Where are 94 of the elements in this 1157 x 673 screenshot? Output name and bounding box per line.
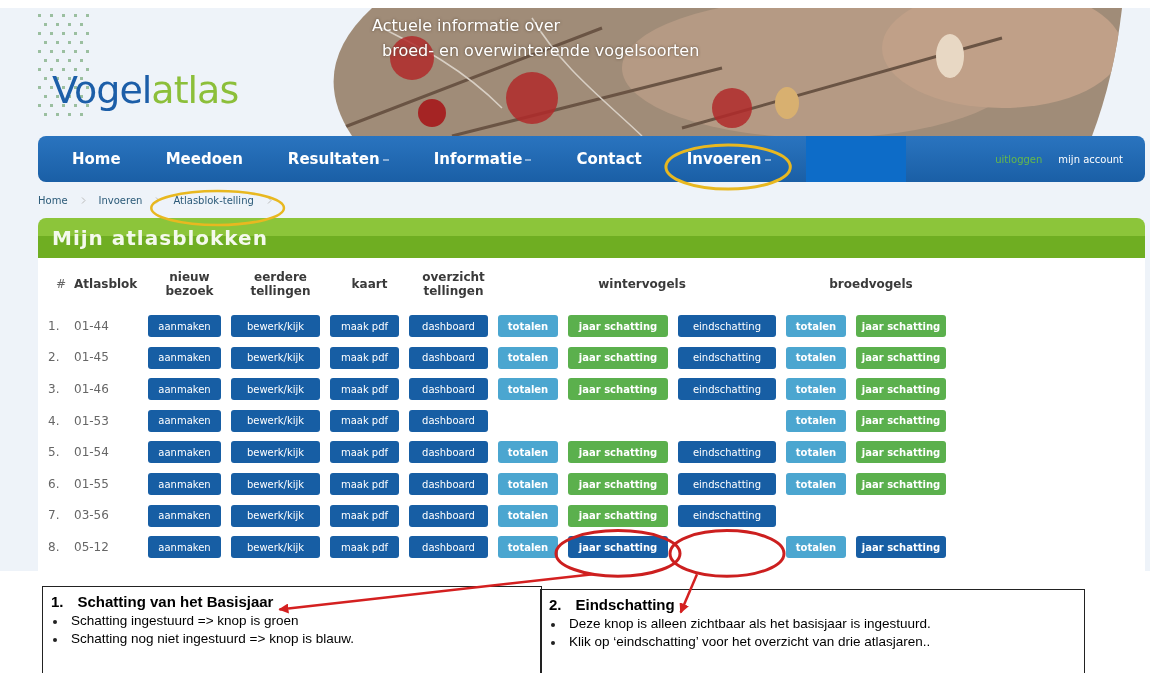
row-number: 6. <box>48 476 61 491</box>
nav-item[interactable]: Informatie <box>433 150 532 168</box>
account-link[interactable]: mijn account <box>1058 153 1123 165</box>
table-button[interactable]: eindschatting <box>678 346 776 369</box>
table-button[interactable]: jaar schatting <box>568 536 668 559</box>
breadcrumb-link[interactable]: Invoeren <box>98 194 143 206</box>
column-header: kaart <box>350 276 389 292</box>
table-button[interactable]: dashboard <box>409 409 488 432</box>
nav-item[interactable]: Meedoen <box>165 150 243 168</box>
table-button[interactable]: dashboard <box>409 441 488 464</box>
table-button[interactable]: aanmaken <box>148 441 221 464</box>
note-text: Deze knop is alleen zichtbaar als het basisjaar is ingestuurd. <box>569 616 931 631</box>
table-cell-text: 05-12 <box>74 539 110 554</box>
table-button[interactable]: dashboard <box>409 346 488 369</box>
table-button[interactable]: maak pdf <box>330 409 399 432</box>
table-button[interactable]: eindschatting <box>678 378 776 401</box>
chevron-icon <box>155 196 161 204</box>
row-number: 7. <box>48 508 61 523</box>
breadcrumb-link[interactable]: Atlasblok-telling <box>173 194 254 206</box>
table-button[interactable]: dashboard <box>409 378 488 401</box>
table-button[interactable]: jaar schatting <box>856 536 946 559</box>
nav-item[interactable]: Invoeren <box>686 150 771 168</box>
bullet-icon <box>551 623 555 627</box>
note-title: Schatting van het Basisjaar <box>77 593 274 610</box>
row-number: 1. <box>48 318 61 333</box>
column-header: # <box>54 276 68 292</box>
nav-item[interactable]: Contact <box>576 150 642 168</box>
table-button[interactable]: maak pdf <box>330 378 399 401</box>
table-cell-text: 01-55 <box>74 476 110 491</box>
column-header: wintervogels <box>597 276 687 292</box>
table-button[interactable]: eindschatting <box>678 441 776 464</box>
table-button[interactable]: bewerk/kijk <box>231 409 320 432</box>
tagline-text: Actuele informatie over <box>372 16 562 35</box>
row-number: 4. <box>48 413 61 428</box>
table-button[interactable]: eindschatting <box>678 315 776 338</box>
table-button[interactable]: bewerk/kijk <box>231 504 320 527</box>
table-button[interactable]: maak pdf <box>330 346 399 369</box>
table-cell-text: 03-56 <box>74 508 110 523</box>
column-header: eerdere tellingen <box>249 269 312 299</box>
table-button[interactable]: bewerk/kijk <box>231 473 320 495</box>
tagline-text: broed- en overwinterende vogelsoorten <box>381 41 701 60</box>
table-button[interactable]: bewerk/kijk <box>231 378 320 401</box>
table-button[interactable]: bewerk/kijk <box>231 346 320 369</box>
note-title: Eindschatting <box>575 596 675 613</box>
table-cell-text: 01-53 <box>74 413 110 428</box>
logo[interactable]: Vogelatlas <box>52 68 239 112</box>
column-header: broedvogels <box>828 276 914 292</box>
column-header: Atlasblok <box>74 276 139 292</box>
bullet-icon <box>53 620 57 624</box>
table-button[interactable]: maak pdf <box>330 536 399 559</box>
chevron-icon <box>80 196 86 204</box>
arrow <box>679 573 699 614</box>
table-button[interactable]: dashboard <box>409 536 488 559</box>
row-number: 3. <box>48 382 61 396</box>
table-button[interactable]: eindschatting <box>678 473 776 495</box>
note-number: 2. <box>549 596 562 613</box>
table-cell-text: 01-44 <box>74 318 110 333</box>
table-button[interactable]: eindschatting <box>678 504 776 527</box>
note-number: 1. <box>51 593 64 610</box>
table-button[interactable]: aanmaken <box>148 504 221 527</box>
table-button[interactable]: maak pdf <box>330 441 399 464</box>
table-button[interactable]: bewerk/kijk <box>231 441 320 464</box>
table-button[interactable]: aanmaken <box>148 409 221 432</box>
table-button[interactable]: aanmaken <box>148 378 221 401</box>
column-header: overzicht tellingen <box>421 269 486 299</box>
chevron-icon <box>266 196 272 204</box>
breadcrumb-link[interactable]: Home <box>38 194 68 206</box>
nav-item[interactable]: Home <box>72 150 121 168</box>
bullet-icon <box>551 641 555 645</box>
note-text: Schatting ingestuurd => knop is groen <box>71 613 299 628</box>
table-button[interactable]: bewerk/kijk <box>231 536 320 559</box>
table-cell-text: 01-54 <box>74 445 110 460</box>
nav-item[interactable]: Resultaten <box>287 150 389 168</box>
panel-title: Mijn atlasblokken <box>38 218 1145 258</box>
table-button[interactable]: aanmaken <box>148 473 221 495</box>
table-button[interactable]: bewerk/kijk <box>231 315 320 338</box>
table-button[interactable]: aanmaken <box>148 315 221 338</box>
table-cell-text: 01-45 <box>74 350 110 365</box>
column-header: nieuw bezoek <box>164 269 215 299</box>
table-button[interactable]: maak pdf <box>330 504 399 527</box>
row-number: 2. <box>48 350 61 365</box>
table-button[interactable]: aanmaken <box>148 346 221 369</box>
table-button[interactable]: maak pdf <box>330 473 399 495</box>
table-cell-text: 01-46 <box>74 382 110 396</box>
table-button[interactable]: maak pdf <box>330 315 399 338</box>
note-text: Klik op ‘eindschatting’ voor het overzicht van drie atlasjaren.. <box>569 634 931 649</box>
table-button[interactable]: dashboard <box>409 473 488 495</box>
row-number: 8. <box>48 539 61 554</box>
table-button[interactable]: aanmaken <box>148 536 221 559</box>
note-text: Schatting nog niet ingestuurd => knop is blauw. <box>71 631 354 646</box>
table-button[interactable]: dashboard <box>409 315 488 338</box>
table-button[interactable]: dashboard <box>409 504 488 527</box>
bullet-icon <box>53 638 57 642</box>
row-number: 5. <box>48 445 61 460</box>
